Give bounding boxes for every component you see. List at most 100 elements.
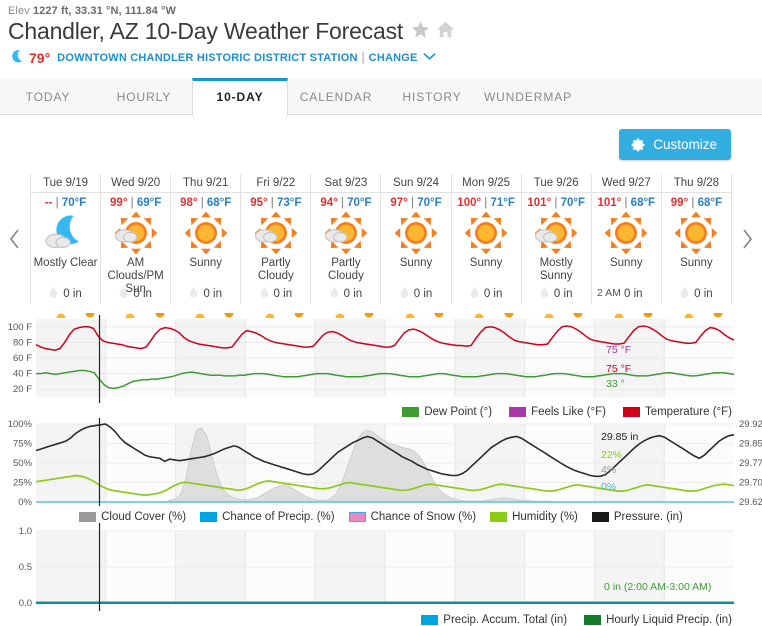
day-date: Sun 9/24 <box>392 177 440 189</box>
svg-text:33 °: 33 ° <box>606 378 625 390</box>
day-condition: Partly Cloudy <box>328 257 364 282</box>
water-drop-icon <box>330 286 339 301</box>
svg-text:4%: 4% <box>601 464 616 476</box>
main-tabs: TODAY HOURLY 10-DAY CALENDAR HISTORY WUN… <box>0 78 762 116</box>
day-high: 99° <box>110 197 128 209</box>
legend-label: Precip. Accum. Total (in) <box>443 614 568 626</box>
day-precip-value: 0 in <box>694 287 713 300</box>
forecast-day-card[interactable]: Wed 9/27 101° | 68°F Sunny 0 in <box>591 174 662 304</box>
sun-cloud-icon <box>114 211 157 255</box>
legend-item[interactable]: Chance of Precip. (%) <box>200 511 335 523</box>
star-icon[interactable] <box>411 20 430 44</box>
sun-icon <box>395 211 438 255</box>
day-high: 101° <box>597 197 622 209</box>
precipitation-chart[interactable]: 0.0 0.5 1.0 0 in (2:00 AM-3:00 AM) <box>0 523 762 611</box>
legend-item[interactable]: Chance of Snow (%) <box>348 511 476 523</box>
precipitation-chart-block: 0.0 0.5 1.0 0 in (2:00 AM-3:00 AM) Precip. … <box>0 523 762 626</box>
legend-label: Hourly Liquid Precip. (in) <box>606 614 732 626</box>
day-low: 71°F <box>490 197 515 209</box>
temperature-chart-block: 20 F 40 F 60 F 80 F 100 F 75 °F 75 °F 33 ° Dew … <box>0 304 762 418</box>
legend-item[interactable]: Hourly Liquid Precip. (in) <box>584 614 732 626</box>
legend-item[interactable]: Dew Point (°) <box>402 406 492 418</box>
day-low: 68°F <box>697 197 722 209</box>
svg-text:0.5: 0.5 <box>19 562 32 573</box>
station-row: 79° DOWNTOWN CHANDLER HISTORIC DISTRICT … <box>0 45 762 67</box>
page-title: Chandler, AZ 10-Day Weather Forecast <box>8 18 404 44</box>
day-low: 70°F <box>417 197 442 209</box>
water-drop-icon <box>400 286 409 301</box>
day-precip-value: 0 in <box>63 287 82 300</box>
sun-icon <box>465 211 508 255</box>
legend-label: Chance of Precip. (%) <box>222 511 335 523</box>
forecast-day-card[interactable]: Sat 9/23 94° | 70°F Partly Cloudy 0 in <box>311 174 382 304</box>
sun-icon <box>184 211 227 255</box>
day-low: 68°F <box>206 197 232 209</box>
water-drop-icon <box>260 286 269 301</box>
forecast-day-card[interactable]: Thu 9/21 98° | 68°F Sunny 0 in <box>171 174 242 304</box>
day-temps: 100° | 71°F <box>457 197 515 209</box>
temperature-chart[interactable]: 20 F 40 F 60 F 80 F 100 F 75 °F 75 °F 33 ° <box>0 315 762 403</box>
forecast-day-card[interactable]: Thu 9/28 99° | 68°F Sunny 0 in <box>661 174 732 304</box>
tab-history[interactable]: HISTORY <box>384 78 480 114</box>
day-low: 73°F <box>277 197 302 209</box>
day-precip: 0 in <box>522 286 591 301</box>
tab-10-day[interactable]: 10-DAY <box>192 78 288 116</box>
tab-today[interactable]: TODAY <box>0 78 96 114</box>
forecast-day-card[interactable]: Fri 9/22 95° | 73°F Partly Cloudy 0 in <box>241 174 312 304</box>
day-condition: Sunny <box>609 257 643 269</box>
sun-cloud-icon <box>535 211 578 255</box>
conditions-chart[interactable]: 0% 29.62 25% 29.70 50% 29.77 75% 29.85 100% 29.92… <box>0 418 762 508</box>
temperature-chart-legend: Dew Point (°) Feels Like (°F) Temperature … <box>0 403 762 418</box>
day-date: Thu 9/28 <box>673 177 720 189</box>
divider <box>591 192 661 193</box>
divider <box>521 192 591 193</box>
legend-swatch <box>490 512 508 522</box>
svg-text:50%: 50% <box>13 458 33 469</box>
forecast-day-card[interactable]: Tue 9/26 101° | 70°F Mostly Sunny 0 in <box>521 174 592 304</box>
temp-separator: | <box>551 197 561 209</box>
precipitation-chart-legend: Precip. Accum. Total (in) Hourly Liquid P… <box>0 611 762 626</box>
home-icon[interactable] <box>436 20 455 44</box>
chevron-down-icon[interactable] <box>422 52 436 64</box>
water-drop-icon <box>49 286 58 301</box>
customize-button[interactable]: Customize <box>619 129 731 160</box>
forecast-day-card[interactable]: Mon 9/25 100° | 71°F Sunny 0 in <box>451 174 522 304</box>
divider <box>311 192 381 193</box>
day-high: 101° <box>527 197 552 209</box>
tab-calendar[interactable]: CALENDAR <box>288 78 384 114</box>
day-precip-value: 0 in <box>273 287 293 300</box>
forecast-cards: Tue 9/19 -- | 70°F Mostly Clear 0 in Wed 9/2… <box>30 174 732 304</box>
day-low: 69°F <box>136 197 162 209</box>
temp-separator: | <box>52 197 62 209</box>
svg-text:100 F: 100 F <box>8 322 32 333</box>
day-date: Sat 9/23 <box>324 177 368 189</box>
day-precip-value: 0 in <box>343 287 363 300</box>
svg-text:75 °F: 75 °F <box>606 344 631 356</box>
legend-swatch <box>509 407 527 417</box>
hover-time-tooltip: 2 AM <box>596 287 622 299</box>
prev-days-arrow[interactable] <box>0 174 30 304</box>
legend-item[interactable]: Feels Like (°F) <box>509 406 606 418</box>
tab-hourly[interactable]: HOURLY <box>96 78 192 114</box>
legend-item[interactable]: Temperature (°F) <box>622 406 732 418</box>
day-precip: 0 in <box>171 286 240 301</box>
legend-item[interactable]: Pressure. (in) <box>591 511 683 523</box>
legend-item[interactable]: Cloud Cover (%) <box>79 511 186 523</box>
legend-label: Feels Like (°F) <box>531 406 606 418</box>
next-days-arrow[interactable] <box>732 174 762 304</box>
tab-wundermap[interactable]: WUNDERMAP <box>480 78 576 114</box>
day-condition: Sunny <box>189 257 223 269</box>
station-name[interactable]: DOWNTOWN CHANDLER HISTORIC DISTRICT STAT… <box>57 52 358 64</box>
legend-item[interactable]: Precip. Accum. Total (in) <box>421 614 567 626</box>
legend-item[interactable]: Humidity (%) <box>490 511 578 523</box>
legend-swatch <box>421 615 439 625</box>
svg-text:29.70: 29.70 <box>739 478 762 489</box>
change-station-link[interactable]: CHANGE <box>369 52 418 64</box>
forecast-day-card[interactable]: Wed 9/20 99° | 69°F AM Clouds/PM Sun 0 in <box>101 174 172 304</box>
day-temps: 99° | 69°F <box>110 197 161 209</box>
day-temps: -- | 70°F <box>45 197 86 209</box>
forecast-day-card[interactable]: Tue 9/19 -- | 70°F Mostly Clear 0 in <box>31 174 102 304</box>
forecast-day-card[interactable]: Sun 9/24 97° | 70°F Sunny 0 in <box>381 174 452 304</box>
day-high: 94° <box>320 197 338 209</box>
day-low: 70°F <box>61 197 87 209</box>
